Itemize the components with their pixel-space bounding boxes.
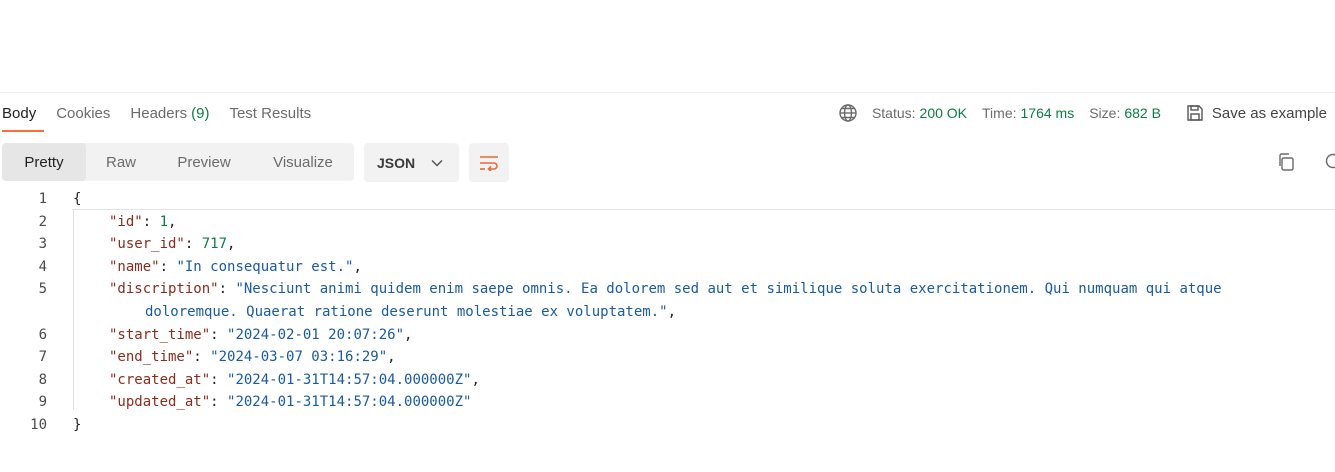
json-comma: , bbox=[227, 236, 236, 253]
line-number: 7 bbox=[38, 349, 47, 366]
code-line: 6 "start_time": "2024-02-01 20:07:26", bbox=[0, 324, 1335, 347]
view-pretty-button[interactable]: Pretty bbox=[2, 143, 86, 181]
json-entry: "name": "In consequatur est.", bbox=[109, 258, 362, 275]
code-line: 2 "id": 1, bbox=[0, 211, 1335, 234]
code-line-wrapped: doloremque. Quaerat ratione deserunt mol… bbox=[0, 301, 1335, 324]
view-pretty-label: Pretty bbox=[24, 153, 64, 171]
view-preview-label: Preview bbox=[177, 153, 231, 171]
json-value: "2024-01-31T14:57:04.000000Z" bbox=[227, 371, 472, 388]
json-entry: "discription": "Nesciunt animi quidem en… bbox=[109, 281, 1222, 298]
json-comma: , bbox=[471, 371, 480, 388]
tab-body[interactable]: Body bbox=[2, 93, 46, 133]
search-icon[interactable] bbox=[1324, 152, 1335, 174]
format-dropdown[interactable]: JSON bbox=[364, 143, 459, 182]
json-key: "updated_at" bbox=[109, 394, 211, 411]
json-comma: , bbox=[168, 213, 177, 230]
line-number: 2 bbox=[38, 213, 47, 230]
json-key: "start_time" bbox=[109, 326, 211, 343]
json-value: "Nesciunt animi quidem enim saepe omnis.… bbox=[235, 281, 1222, 298]
code-line: 7 "end_time": "2024-03-07 03:16:29", bbox=[0, 346, 1335, 369]
line-number: 4 bbox=[38, 258, 47, 275]
time-value: 1764 ms bbox=[1020, 105, 1075, 121]
json-value: 717 bbox=[201, 236, 228, 253]
line-number: 6 bbox=[38, 326, 47, 343]
json-comma: , bbox=[667, 303, 677, 320]
json-value-continuation: doloremque. Quaerat ratione deserunt mol… bbox=[145, 303, 668, 320]
view-mode-selector: Pretty Raw Preview Visualize bbox=[2, 143, 354, 181]
code-line: 5 "discription": "Nesciunt animi quidem … bbox=[0, 278, 1335, 301]
view-raw-label: Raw bbox=[105, 153, 136, 171]
globe-icon[interactable] bbox=[838, 103, 858, 123]
json-entry-continuation: doloremque. Quaerat ratione deserunt mol… bbox=[47, 301, 676, 324]
json-entry: "start_time": "2024-02-01 20:07:26", bbox=[109, 326, 413, 343]
json-key: "id" bbox=[109, 213, 143, 230]
line-number: 10 bbox=[30, 416, 47, 433]
tab-body-label: Body bbox=[2, 104, 37, 122]
save-icon bbox=[1187, 105, 1203, 121]
close-brace: } bbox=[73, 416, 82, 433]
line-number: 8 bbox=[38, 371, 47, 388]
json-value: "2024-02-01 20:07:26" bbox=[227, 326, 405, 343]
json-entry: "created_at": "2024-01-31T14:57:04.00000… bbox=[109, 371, 480, 388]
view-raw-button[interactable]: Raw bbox=[86, 143, 156, 181]
json-key: "end_time" bbox=[109, 349, 194, 366]
status-label: Status: bbox=[871, 105, 916, 121]
open-brace: { bbox=[73, 191, 82, 207]
tab-headers[interactable]: Headers (9) bbox=[120, 93, 219, 133]
json-entry: "user_id": 717, bbox=[109, 236, 236, 253]
status-value: 200 OK bbox=[919, 105, 968, 121]
response-body-viewer[interactable]: 1 { 2 "id": 1, 3 "user_id": 717, 4 "name… bbox=[0, 188, 1335, 437]
tab-test-results[interactable]: Test Results bbox=[219, 93, 321, 133]
json-comma: , bbox=[387, 349, 396, 366]
code-line: 9 "updated_at": "2024-01-31T14:57:04.000… bbox=[0, 391, 1335, 414]
line-number: 3 bbox=[38, 236, 47, 253]
json-entry: "updated_at": "2024-01-31T14:57:04.00000… bbox=[109, 394, 472, 411]
json-comma: , bbox=[404, 326, 413, 343]
line-number: 1 bbox=[38, 191, 47, 207]
json-entry: "end_time": "2024-03-07 03:16:29", bbox=[109, 349, 396, 366]
size-label: Size: bbox=[1089, 105, 1121, 121]
tab-cookies[interactable]: Cookies bbox=[46, 93, 120, 133]
format-selected: JSON bbox=[377, 154, 416, 171]
json-value: "2024-01-31T14:57:04.000000Z" bbox=[227, 394, 472, 411]
save-as-example-label: Save as example bbox=[1211, 104, 1327, 122]
chevron-down-icon bbox=[431, 159, 443, 167]
wrap-lines-icon bbox=[480, 155, 498, 171]
json-comma: , bbox=[353, 258, 362, 275]
time-label: Time: bbox=[982, 105, 1017, 121]
save-as-example-button[interactable]: Save as example bbox=[1186, 104, 1327, 122]
copy-icon[interactable] bbox=[1276, 152, 1298, 174]
response-tabs: Body Cookies Headers (9) Test Results bbox=[2, 93, 321, 133]
view-visualize-label: Visualize bbox=[273, 153, 333, 171]
tab-test-results-label: Test Results bbox=[229, 104, 312, 122]
json-value: 1 bbox=[159, 213, 169, 230]
response-time[interactable]: Time: 1764 ms bbox=[982, 105, 1074, 121]
json-key: "name" bbox=[109, 258, 160, 275]
response-status-bar: Status: 200 OK Time: 1764 ms Size: 682 B Sa… bbox=[838, 93, 1327, 133]
tab-cookies-label: Cookies bbox=[56, 104, 111, 122]
json-key: "discription" bbox=[109, 281, 219, 298]
json-key: "user_id" bbox=[109, 236, 185, 253]
headers-count: (9) bbox=[191, 104, 210, 122]
code-line: 10 } bbox=[0, 414, 1335, 437]
tab-headers-label: Headers bbox=[130, 104, 188, 122]
code-line: 1 { bbox=[0, 188, 1335, 211]
line-number: 5 bbox=[38, 281, 47, 298]
code-line: 4 "name": "In consequatur est.", bbox=[0, 256, 1335, 279]
size-value: 682 B bbox=[1124, 105, 1161, 121]
json-value: "2024-03-07 03:16:29" bbox=[210, 349, 388, 366]
code-line: 3 "user_id": 717, bbox=[0, 233, 1335, 256]
status-code[interactable]: Status: 200 OK bbox=[872, 105, 967, 121]
view-visualize-button[interactable]: Visualize bbox=[252, 143, 354, 181]
json-key: "created_at" bbox=[109, 371, 211, 388]
code-line: 8 "created_at": "2024-01-31T14:57:04.000… bbox=[0, 369, 1335, 392]
json-value: "In consequatur est." bbox=[176, 258, 354, 275]
response-size[interactable]: Size: 682 B bbox=[1089, 105, 1161, 121]
json-entry: "id": 1, bbox=[109, 213, 177, 230]
wrap-lines-button[interactable] bbox=[469, 143, 509, 182]
line-number: 9 bbox=[38, 394, 47, 411]
view-preview-button[interactable]: Preview bbox=[156, 143, 252, 181]
